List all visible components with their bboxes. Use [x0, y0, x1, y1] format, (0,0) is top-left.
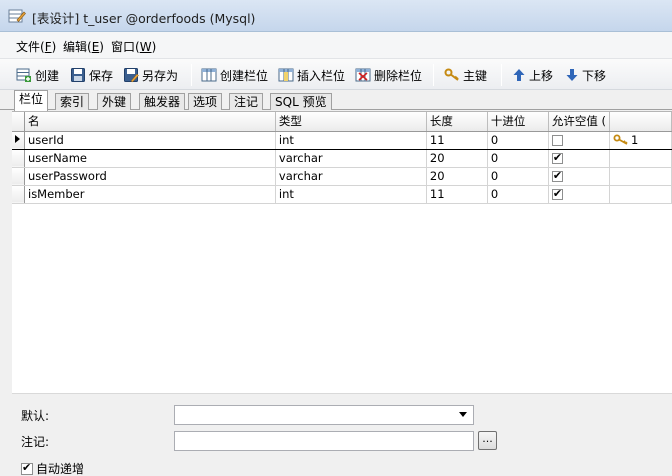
comment-edit-button[interactable]: ... [478, 431, 497, 450]
nullable-checkbox[interactable] [551, 169, 563, 183]
primary-key-icon [613, 134, 628, 145]
toolbar-separator [191, 64, 192, 86]
table-row[interactable]: isMember int 11 0 [12, 185, 672, 204]
field-decimals-cell[interactable]: 0 [487, 130, 549, 150]
tab-triggers[interactable]: 触发器 [139, 93, 186, 110]
row-indicator [12, 185, 25, 204]
table-row[interactable]: userName varchar 20 0 [12, 149, 672, 168]
tab-sql-preview[interactable]: SQL 预览 [270, 93, 332, 110]
field-nullable-cell[interactable] [548, 167, 611, 186]
key-icon [444, 68, 459, 81]
title-bar: [表设计] t_user @orderfoods (Mysql) [0, 0, 672, 32]
default-value-combo[interactable] [174, 405, 474, 425]
table-row[interactable]: userId int 11 0 1 [12, 130, 672, 150]
dropdown-arrow-icon[interactable] [459, 412, 467, 417]
field-type-cell[interactable]: varchar [275, 149, 427, 168]
tab-foreign-keys[interactable]: 外键 [97, 93, 132, 110]
auto-increment-checkbox[interactable] [21, 461, 33, 475]
tab-indexes[interactable]: 索引 [55, 93, 90, 110]
current-row-indicator [12, 130, 25, 150]
field-name-cell[interactable]: userId [24, 130, 276, 150]
field-type-cell[interactable]: int [275, 130, 427, 150]
save-as-icon [124, 68, 139, 83]
save-as-button[interactable]: 另存为 [123, 65, 178, 85]
tab-comment[interactable]: 注记 [229, 93, 264, 110]
column-header-name[interactable]: 名 [24, 112, 276, 132]
field-decimals-cell[interactable]: 0 [487, 167, 549, 186]
window-title: [表设计] t_user @orderfoods (Mysql) [32, 11, 256, 26]
toolbar: 创建 保存 另存为 创建栏位 插入栏位 删除栏位 主键 上移 下移 [0, 58, 672, 90]
row-indicator-header [12, 112, 25, 132]
menu-file[interactable]: 文件(F) [16, 38, 56, 55]
move-down-button[interactable]: 下移 [565, 65, 606, 85]
field-type-cell[interactable]: varchar [275, 167, 427, 186]
field-key-cell[interactable] [609, 185, 672, 204]
field-nullable-cell[interactable] [548, 185, 611, 204]
field-name-cell[interactable]: isMember [24, 185, 276, 204]
table-design-icon [8, 7, 26, 25]
left-margin [0, 111, 12, 476]
field-nullable-cell[interactable] [548, 130, 611, 150]
move-up-button[interactable]: 上移 [512, 65, 553, 85]
field-key-cell[interactable] [609, 167, 672, 186]
new-table-icon [16, 68, 31, 82]
field-decimals-cell[interactable]: 0 [487, 185, 549, 204]
delete-column-button[interactable]: 删除栏位 [355, 65, 422, 85]
column-header-decimals[interactable]: 十进位 [487, 112, 549, 132]
nullable-checkbox[interactable] [551, 135, 563, 146]
header-row: 名 类型 长度 十进位 允许空值 ( [12, 112, 672, 132]
nullable-checkbox[interactable] [551, 187, 563, 201]
tab-fields[interactable]: 栏位 [14, 90, 49, 111]
create-button[interactable]: 创建 [16, 65, 59, 85]
arrow-up-icon [513, 69, 525, 81]
field-nullable-cell[interactable] [548, 149, 611, 168]
field-decimals-cell[interactable]: 0 [487, 149, 549, 168]
nullable-checkbox[interactable] [551, 151, 563, 165]
row-indicator [12, 167, 25, 186]
create-column-button[interactable]: 创建栏位 [201, 65, 268, 85]
delete-column-icon [355, 68, 371, 82]
auto-increment-label: 自动递增 [36, 462, 85, 476]
auto-increment-option[interactable]: 自动递增 [21, 460, 84, 476]
field-properties-panel: 默认: 注记: ... 自动递增 [12, 393, 672, 476]
field-key-cell[interactable] [609, 149, 672, 168]
primary-key-button[interactable]: 主键 [444, 65, 487, 85]
comment-label: 注记: [21, 435, 50, 449]
field-length-cell[interactable]: 11 [426, 130, 488, 150]
insert-column-icon [278, 68, 294, 82]
column-header-key[interactable] [609, 112, 672, 132]
insert-column-button[interactable]: 插入栏位 [278, 65, 345, 85]
menu-bar: 文件(F) 编辑(E) 窗口(W) [0, 32, 672, 58]
column-header-type[interactable]: 类型 [275, 112, 427, 132]
field-length-cell[interactable]: 20 [426, 149, 488, 168]
table-row[interactable]: userPassword varchar 20 0 [12, 167, 672, 186]
menu-edit[interactable]: 编辑(E) [63, 38, 104, 55]
fields-table: 名 类型 长度 十进位 允许空值 ( userId int 11 0 1 use… [12, 112, 672, 204]
field-name-cell[interactable]: userName [24, 149, 276, 168]
field-key-cell[interactable]: 1 [609, 130, 672, 150]
column-header-nullable[interactable]: 允许空值 ( [548, 112, 611, 132]
save-button[interactable]: 保存 [70, 65, 113, 85]
tab-strip: 栏位 索引 外键 触发器 选项 注记 SQL 预览 [0, 90, 672, 111]
fields-grid: 名 类型 长度 十进位 允许空值 ( userId int 11 0 1 use… [12, 111, 672, 393]
comment-input[interactable] [174, 431, 474, 451]
row-pointer-icon [15, 134, 20, 143]
toolbar-separator [501, 64, 502, 86]
field-length-cell[interactable]: 20 [426, 167, 488, 186]
arrow-down-icon [566, 69, 578, 81]
save-icon [71, 68, 85, 82]
default-label: 默认: [21, 409, 50, 423]
field-length-cell[interactable]: 11 [426, 185, 488, 204]
create-column-icon [201, 68, 217, 82]
tab-options[interactable]: 选项 [188, 93, 223, 110]
field-type-cell[interactable]: int [275, 185, 427, 204]
menu-window[interactable]: 窗口(W) [111, 38, 156, 55]
toolbar-separator [433, 64, 434, 86]
row-indicator [12, 149, 25, 168]
column-header-length[interactable]: 长度 [426, 112, 488, 132]
field-name-cell[interactable]: userPassword [24, 167, 276, 186]
